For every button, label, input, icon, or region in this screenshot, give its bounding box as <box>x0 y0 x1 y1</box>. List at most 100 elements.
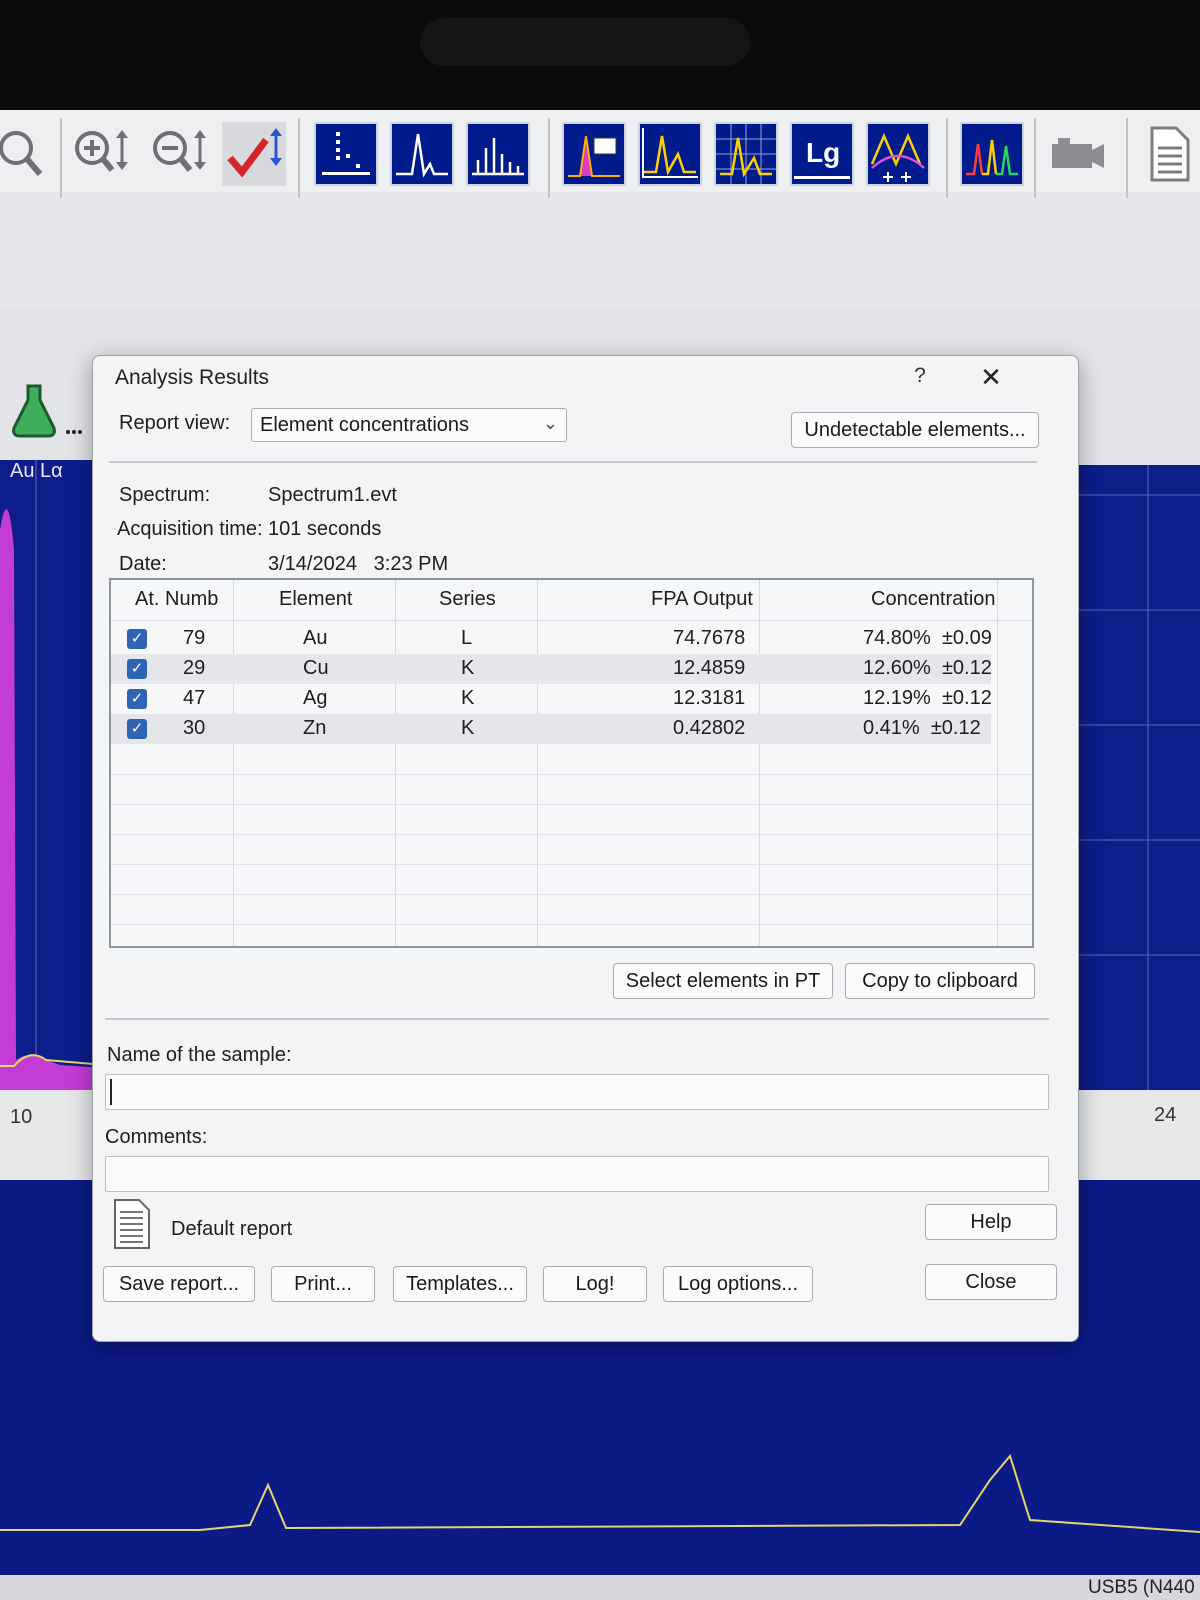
toolbar-separator <box>60 118 62 198</box>
close-icon[interactable]: ✕ <box>973 362 1009 393</box>
zoom-fit-icon[interactable] <box>0 122 58 186</box>
spectrum-label: Spectrum: <box>119 484 211 506</box>
axis-tick-left: 10 <box>10 1106 33 1128</box>
cell-concentration: 0.41% ±0.12 <box>863 717 981 739</box>
cell-element: Cu <box>303 657 329 679</box>
cell-fpa-output: 12.3181 <box>673 687 746 709</box>
row-checkbox[interactable]: ✓ <box>127 719 147 739</box>
zoom-in-vertical-icon[interactable] <box>68 122 132 186</box>
sample-name-label: Name of the sample: <box>107 1044 292 1066</box>
column-header-concentration[interactable]: Concentration <box>871 588 996 611</box>
cell-concentration: 74.80% ±0.09 <box>863 627 992 649</box>
comments-input[interactable] <box>105 1156 1049 1192</box>
report-icon[interactable] <box>1142 122 1200 186</box>
axis-tick-right: 24 <box>1154 1104 1177 1126</box>
table-row[interactable]: ✓ 79 Au L 74.7678 74.80% ±0.09 <box>111 624 992 654</box>
cell-fpa-output: 12.4859 <box>673 657 746 679</box>
log-scale-label: Lg <box>806 137 840 168</box>
column-header-fpa-output[interactable]: FPA Output <box>651 588 753 611</box>
cell-at-numb: 47 <box>183 687 206 709</box>
grid-line <box>111 834 1032 835</box>
cell-at-numb: 79 <box>183 627 206 649</box>
single-peak-icon[interactable] <box>390 122 454 186</box>
status-bar: USB5 (N440 <box>0 1575 1200 1600</box>
report-view-value: Element concentrations <box>260 414 470 436</box>
print-button[interactable]: Print... <box>271 1266 375 1302</box>
toolbar-separator <box>1126 118 1128 198</box>
help-icon[interactable]: ? <box>905 364 935 388</box>
column-header-at-numb[interactable]: At. Numb <box>135 588 218 611</box>
copy-to-clipboard-button[interactable]: Copy to clipboard <box>845 963 1035 999</box>
acquisition-time-label: Acquisition time: <box>117 518 263 540</box>
divider <box>109 461 1037 463</box>
cell-series: K <box>461 717 475 739</box>
toolbar-separator <box>548 118 550 198</box>
multi-spectrum-icon[interactable] <box>960 122 1024 186</box>
close-button[interactable]: Close <box>925 1264 1057 1300</box>
peak-label: Au Lα <box>10 460 63 482</box>
grid-line <box>111 774 1032 775</box>
overlap-icon[interactable] <box>866 122 930 186</box>
cell-at-numb: 29 <box>183 657 206 679</box>
zoom-out-vertical-icon[interactable] <box>146 122 210 186</box>
cell-fpa-output: 74.7678 <box>673 627 746 649</box>
date-label: Date: <box>119 553 167 575</box>
save-report-button[interactable]: Save report... <box>103 1266 255 1302</box>
grid-line <box>111 864 1032 865</box>
text-caret <box>110 1079 112 1105</box>
row-checkbox[interactable]: ✓ <box>127 629 147 649</box>
acquisition-time-value: 101 seconds <box>268 518 382 540</box>
log-options-button[interactable]: Log options... <box>663 1266 813 1302</box>
full-grid-icon[interactable] <box>714 122 778 186</box>
flask-icon[interactable] <box>6 382 82 442</box>
cell-element: Zn <box>303 717 327 739</box>
status-text: USB5 (N440 <box>1088 1577 1195 1598</box>
undetectable-elements-button[interactable]: Undetectable elements... <box>791 412 1039 448</box>
toolbar <box>0 192 1200 311</box>
camera-notch <box>420 18 750 66</box>
camera-icon[interactable] <box>1046 122 1110 186</box>
cell-at-numb: 30 <box>183 717 206 739</box>
table-row[interactable]: ✓ 30 Zn K 0.42802 0.41% ±0.12 <box>111 714 991 744</box>
column-header-series[interactable]: Series <box>439 588 496 611</box>
report-view-label: Report view: <box>119 412 231 434</box>
chevron-down-icon: ⌄ <box>542 413 558 433</box>
table-row[interactable]: ✓ 29 Cu K 12.4859 12.60% ±0.12 <box>111 654 992 684</box>
default-report-label: Default report <box>171 1218 293 1240</box>
cell-element: Au <box>303 627 328 649</box>
column-header-element[interactable]: Element <box>279 588 352 611</box>
row-checkbox[interactable]: ✓ <box>127 689 147 709</box>
cell-fpa-output: 0.42802 <box>673 717 746 739</box>
analysis-results-dialog: Analysis Results ? ✕ Report view: Elemen… <box>92 355 1079 1342</box>
column-divider <box>997 580 998 946</box>
cell-concentration: 12.19% ±0.12 <box>863 687 992 709</box>
header-divider <box>111 620 1032 621</box>
document-icon <box>113 1198 151 1250</box>
results-table[interactable]: At. Numb Element Series FPA Output Conce… <box>109 578 1034 948</box>
cell-series: K <box>461 687 475 709</box>
spectrum-value: Spectrum1.evt <box>268 484 397 506</box>
multi-peak-icon[interactable] <box>466 122 530 186</box>
line-markers-icon[interactable] <box>314 122 378 186</box>
date-value: 3/14/2024 3:23 PM <box>268 553 449 575</box>
spectrum-grid-icon[interactable] <box>638 122 702 186</box>
cell-series: L <box>461 627 473 649</box>
row-checkbox[interactable]: ✓ <box>127 659 147 679</box>
templates-button[interactable]: Templates... <box>393 1266 527 1302</box>
toolbar-separator <box>298 118 300 198</box>
table-row[interactable]: ✓ 47 Ag K 12.3181 12.19% ±0.12 <box>111 684 992 714</box>
grid-line <box>111 924 1032 925</box>
report-view-select[interactable]: Element concentrations ⌄ <box>251 408 567 442</box>
check-scale-icon[interactable] <box>222 122 286 186</box>
grid-line <box>111 894 1032 895</box>
help-button[interactable]: Help <box>925 1204 1057 1240</box>
peak-label-icon[interactable] <box>562 122 626 186</box>
grid-line <box>111 804 1032 805</box>
log-button[interactable]: Log! <box>543 1266 647 1302</box>
sample-name-input[interactable] <box>105 1074 1049 1110</box>
select-elements-in-pt-button[interactable]: Select elements in PT <box>613 963 833 999</box>
log-scale-icon[interactable]: Lg <box>790 122 854 186</box>
comments-label: Comments: <box>105 1126 208 1148</box>
toolbar-separator <box>1034 118 1036 198</box>
toolbar-separator <box>946 118 948 198</box>
